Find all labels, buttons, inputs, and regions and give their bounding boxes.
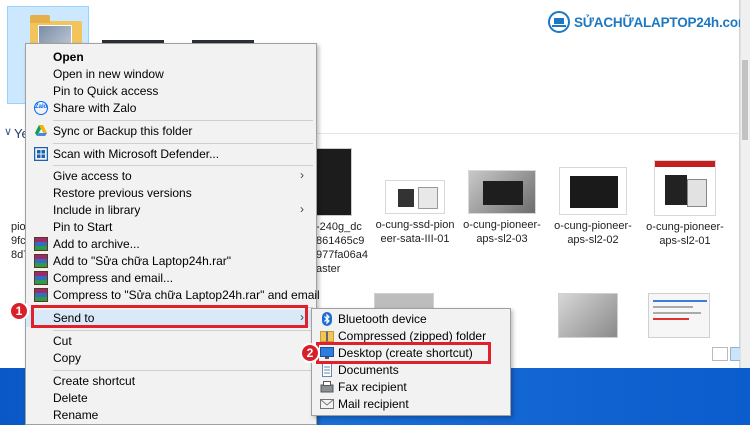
send-to-fax[interactable]: Fax recipient (312, 379, 510, 396)
partial-filename: -240g_dc 861465c9 977fa06a4 aster (316, 221, 368, 275)
google-drive-icon (34, 124, 48, 138)
chevron-right-icon: › (300, 168, 304, 182)
vertical-scrollbar[interactable] (740, 0, 750, 368)
chevron-right-icon: › (300, 202, 304, 216)
file-thumbnail (468, 170, 536, 214)
documents-icon (320, 363, 334, 377)
winrar-icon (34, 288, 48, 302)
winrar-icon (34, 271, 48, 285)
menu-item-pin-start[interactable]: Pin to Start (26, 219, 316, 236)
menu-item-cut[interactable]: Cut (26, 333, 316, 350)
highlight-send-to (31, 305, 308, 328)
highlight-desktop-shortcut (316, 342, 491, 364)
menu-item-delete[interactable]: Delete (26, 390, 316, 407)
file-thumbnail[interactable] (648, 293, 710, 338)
fax-icon (320, 380, 334, 394)
menu-item-include-library[interactable]: Include in library › (26, 202, 316, 219)
winrar-icon (34, 237, 48, 251)
context-menu: Open Open in new window Pin to Quick acc… (25, 43, 320, 425)
menu-item-sync-backup[interactable]: Sync or Backup this folder (26, 123, 316, 140)
step-1-badge: 1 (9, 301, 29, 321)
menu-item-open-new-window[interactable]: Open in new window (26, 66, 316, 83)
menu-item-compress-rar-email[interactable]: Compress to "Sửa chữa Laptop24h.rar" and… (26, 287, 320, 304)
menu-item-give-access[interactable]: Give access to › (26, 168, 316, 185)
zalo-icon: Zalo (34, 101, 48, 115)
winrar-icon (34, 254, 48, 268)
file-thumbnail (559, 167, 627, 215)
mail-icon (320, 397, 334, 411)
chevron-down-icon[interactable]: ∨ (4, 125, 12, 138)
menu-item-share-zalo[interactable]: Zalo Share with Zalo (26, 100, 316, 117)
file-name: o-cung-pioneer-aps-sl2-03 (463, 219, 541, 245)
menu-separator (53, 370, 313, 371)
file-item[interactable]: o-cung-pioneer-aps-sl2-03 (457, 170, 547, 246)
file-item[interactable]: o-cung-ssd-pion eer-sata-III-01 (370, 180, 460, 246)
file-thumbnail[interactable] (558, 293, 618, 338)
menu-item-scan-defender[interactable]: Scan with Microsoft Defender... (26, 146, 316, 163)
send-to-bluetooth[interactable]: Bluetooth device (312, 311, 510, 328)
menu-item-compress-email[interactable]: Compress and email... (26, 270, 316, 287)
file-thumbnail[interactable] (316, 148, 352, 216)
step-2-badge: 2 (300, 343, 320, 363)
file-thumbnail (654, 160, 716, 216)
defender-icon (33, 146, 49, 162)
menu-item-add-archive[interactable]: Add to archive... (26, 236, 316, 253)
menu-item-restore-versions[interactable]: Restore previous versions (26, 185, 316, 202)
file-name: o-cung-ssd-pion eer-sata-III-01 (375, 219, 455, 245)
scrollbar-thumb[interactable] (742, 60, 748, 140)
file-name: o-cung-pioneer-aps-sl2-02 (554, 220, 632, 246)
menu-separator (53, 330, 313, 331)
menu-separator (53, 165, 313, 166)
file-item[interactable]: o-cung-pioneer-aps-sl2-02 (548, 167, 638, 247)
file-item[interactable]: o-cung-pioneer-aps-sl2-01 (640, 160, 730, 248)
menu-item-create-shortcut[interactable]: Create shortcut (26, 373, 316, 390)
laptop-logo-icon (548, 11, 570, 33)
menu-separator (53, 120, 313, 121)
send-to-documents[interactable]: Documents (312, 362, 510, 379)
menu-separator (53, 143, 313, 144)
menu-item-copy[interactable]: Copy (26, 350, 316, 367)
brand-logo: SỬACHỮALAPTOP24h.com (548, 10, 750, 34)
details-view-icon[interactable] (712, 347, 728, 361)
menu-item-open[interactable]: Open (26, 49, 316, 66)
send-to-mail[interactable]: Mail recipient (312, 396, 510, 413)
bluetooth-icon (320, 312, 334, 326)
menu-item-rename[interactable]: Rename (26, 407, 316, 424)
menu-item-pin-quick-access[interactable]: Pin to Quick access (26, 83, 316, 100)
file-thumbnail (385, 180, 445, 214)
menu-item-add-rar[interactable]: Add to "Sửa chữa Laptop24h.rar" (26, 253, 316, 270)
zip-folder-icon (320, 329, 334, 343)
file-name: o-cung-pioneer-aps-sl2-01 (646, 221, 724, 247)
brand-name: SỬACHỮALAPTOP24h.com (574, 14, 750, 30)
